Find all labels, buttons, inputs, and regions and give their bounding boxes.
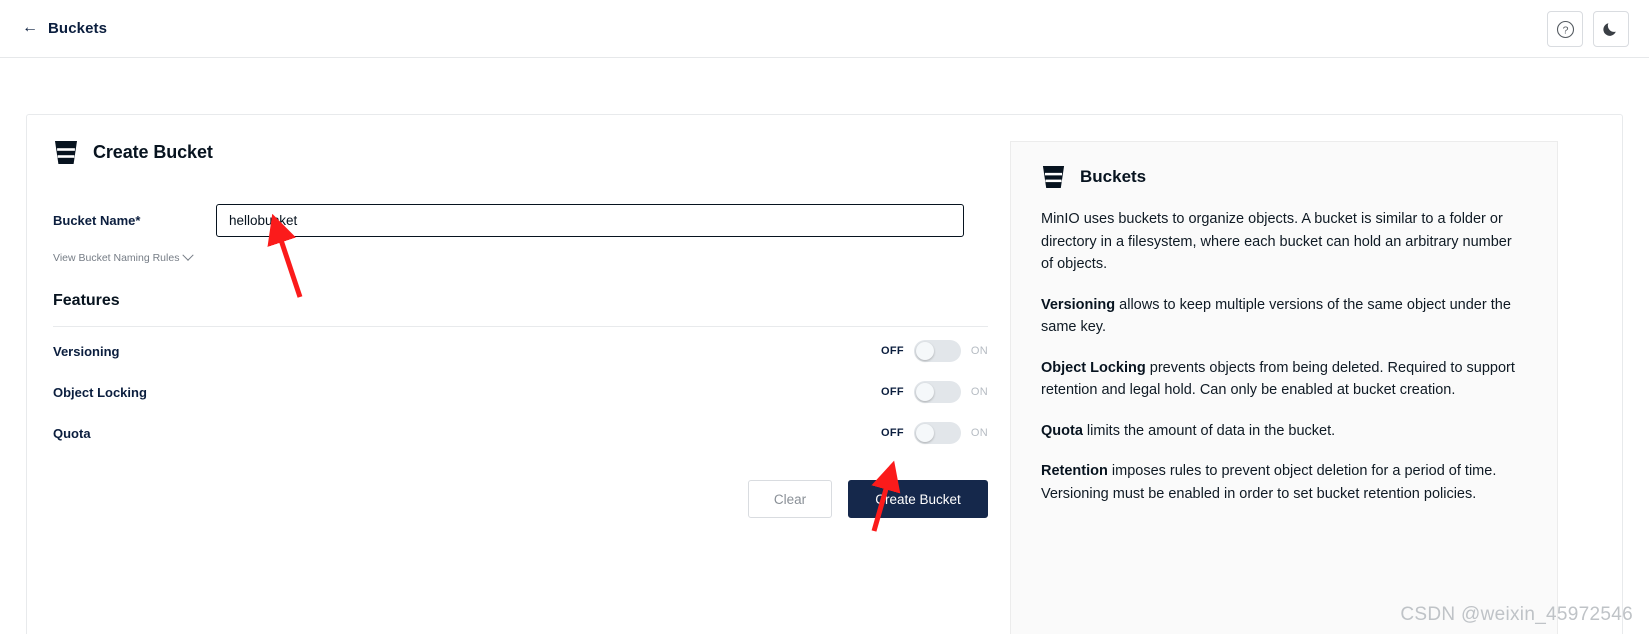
moon-icon (1602, 20, 1620, 38)
buckets-info-panel: Buckets MinIO uses buckets to organize o… (1010, 141, 1558, 634)
quota-toggle[interactable] (913, 422, 961, 444)
feature-row-versioning: Versioning OFF ON (53, 334, 988, 368)
bucket-icon (53, 139, 79, 166)
form-actions: Clear Create Bucket (53, 480, 988, 518)
feature-label-quota: Quota (53, 425, 91, 441)
watermark: CSDN @weixin_45972546 (1400, 604, 1633, 625)
info-paragraph-lead: Quota (1041, 422, 1083, 439)
svg-text:?: ? (1562, 24, 1568, 36)
naming-rules-label: View Bucket Naming Rules (53, 252, 180, 264)
info-paragraph-overview: MinIO uses buckets to organize objects. … (1041, 208, 1527, 276)
versioning-toggle[interactable] (913, 340, 961, 362)
bucket-icon (1041, 164, 1066, 190)
object-locking-toggle[interactable] (913, 381, 961, 403)
info-paragraph-text: imposes rules to prevent object deletion… (1041, 463, 1497, 502)
info-paragraph-text: MinIO uses buckets to organize objects. … (1041, 211, 1512, 272)
toggle-knob (915, 383, 934, 401)
feature-label-object-locking: Object Locking (53, 384, 147, 400)
back-arrow-icon: ← (22, 18, 38, 36)
features-heading: Features (53, 292, 120, 309)
info-paragraph-lead: Object Locking (1041, 359, 1146, 376)
help-button[interactable]: ? (1547, 11, 1583, 47)
info-paragraph-quota: Quota limits the amount of data in the b… (1041, 420, 1527, 443)
feature-off-label-object-locking: OFF (880, 386, 904, 398)
minio-console-create-bucket-page: ← Buckets ? Create Bucket Bucket Name* h… (0, 0, 1649, 634)
bucket-name-label: Bucket Name* (53, 213, 141, 228)
feature-off-label-versioning: OFF (880, 345, 904, 357)
info-paragraph-lead: Retention (1041, 463, 1108, 479)
form-title: Create Bucket (93, 142, 213, 162)
back-to-buckets-button[interactable]: ← Buckets (22, 18, 108, 37)
topbar-actions: ? (1547, 11, 1629, 47)
feature-on-label-object-locking: ON (970, 386, 988, 398)
form-heading: Create Bucket (53, 139, 988, 166)
chevron-down-icon (182, 249, 195, 261)
info-paragraph-retention: Retention imposes rules to prevent objec… (1041, 460, 1527, 505)
info-paragraph-text: limits the amount of data in the bucket. (1082, 422, 1336, 439)
info-paragraph-object-locking: Object Locking prevents objects from bei… (1041, 357, 1527, 402)
page-body: Create Bucket Bucket Name* View Bucket N… (0, 58, 1649, 634)
feature-on-label-quota: ON (970, 427, 988, 439)
bucket-name-field-row: Bucket Name* (53, 204, 988, 237)
toggle-knob (915, 342, 934, 360)
question-mark-circle-icon: ? (1556, 20, 1575, 39)
bucket-name-input[interactable] (216, 204, 964, 237)
features-divider (53, 326, 988, 327)
page-title: Buckets (48, 20, 108, 37)
feature-row-quota: Quota OFF ON (53, 416, 988, 450)
create-bucket-button[interactable]: Create Bucket (848, 480, 988, 518)
info-heading: Buckets (1041, 164, 1527, 190)
create-bucket-form: Create Bucket Bucket Name* View Bucket N… (53, 139, 988, 518)
clear-button[interactable]: Clear (748, 480, 832, 518)
info-paragraph-versioning: Versioning allows to keep multiple versi… (1041, 294, 1527, 339)
create-bucket-card: Create Bucket Bucket Name* View Bucket N… (26, 114, 1623, 634)
view-bucket-naming-rules-link[interactable]: View Bucket Naming Rules (53, 249, 195, 264)
top-bar: ← Buckets ? (0, 0, 1649, 58)
info-title: Buckets (1080, 167, 1147, 186)
feature-label-versioning: Versioning (53, 343, 120, 359)
feature-on-label-versioning: ON (970, 345, 988, 357)
info-paragraph-lead: Versioning (1041, 296, 1116, 313)
feature-off-label-quota: OFF (880, 427, 904, 439)
dark-mode-toggle-button[interactable] (1593, 11, 1629, 47)
feature-row-object-locking: Object Locking OFF ON (53, 375, 988, 409)
toggle-knob (915, 424, 934, 442)
